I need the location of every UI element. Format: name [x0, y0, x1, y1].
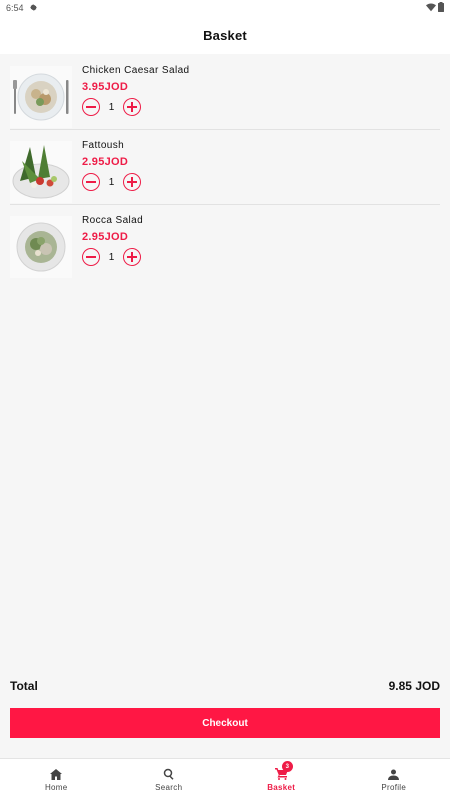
item-name: Rocca Salad [82, 215, 144, 226]
nav-label: Home [44, 783, 68, 792]
app-bar: Basket [0, 16, 450, 54]
basket-item: Rocca Salad 2.95JOD 1 [10, 205, 440, 280]
gear-icon [29, 3, 38, 14]
item-name: Chicken Caesar Salad [82, 65, 190, 76]
person-icon [388, 767, 400, 781]
cart-count-badge: 3 [281, 761, 293, 772]
battery-icon [438, 2, 444, 14]
rocca-salad-photo [10, 216, 72, 278]
chicken-caesar-salad-photo [10, 66, 72, 128]
checkout-button[interactable]: Checkout [10, 708, 440, 738]
nav-item-basket[interactable]: 3 Basket [225, 759, 338, 800]
quantity-stepper: 1 [82, 173, 141, 191]
quantity-value: 1 [108, 251, 115, 263]
nav-item-home[interactable]: Home [0, 759, 113, 800]
item-price: 2.95JOD [82, 231, 129, 243]
item-price: 3.95JOD [82, 81, 129, 93]
wifi-icon [426, 3, 436, 14]
quantity-value: 1 [108, 101, 115, 113]
minus-circle-icon[interactable] [82, 98, 100, 116]
plus-circle-icon[interactable] [123, 248, 141, 266]
nav-label: Search [155, 783, 183, 792]
cart-icon: 3 [274, 761, 293, 781]
page-title: Basket [203, 27, 247, 43]
total-label: Total [10, 679, 38, 693]
basket-item: Chicken Caesar Salad 3.95JOD 1 [10, 55, 440, 130]
home-icon [50, 767, 63, 781]
search-icon [163, 767, 175, 781]
bottom-nav: Home Search 3 Basket Profile [0, 758, 450, 800]
status-time: 6:54 [6, 3, 24, 13]
total-value: 9.85 JOD [388, 679, 440, 693]
plus-circle-icon[interactable] [123, 173, 141, 191]
fattoush-photo [10, 141, 72, 203]
basket-list: Chicken Caesar Salad 3.95JOD 1 Fattoush … [0, 55, 450, 280]
item-name: Fattoush [82, 140, 125, 151]
quantity-stepper: 1 [82, 248, 141, 266]
basket-item: Fattoush 2.95JOD 1 [10, 130, 440, 205]
total-row: Total 9.85 JOD [10, 676, 440, 696]
quantity-value: 1 [108, 176, 115, 188]
plus-circle-icon[interactable] [123, 98, 141, 116]
status-bar: 6:54 [0, 0, 450, 16]
minus-circle-icon[interactable] [82, 173, 100, 191]
item-price: 2.95JOD [82, 156, 129, 168]
nav-label: Basket [267, 783, 296, 792]
minus-circle-icon[interactable] [82, 248, 100, 266]
quantity-stepper: 1 [82, 98, 141, 116]
nav-item-search[interactable]: Search [113, 759, 226, 800]
nav-item-profile[interactable]: Profile [338, 759, 450, 800]
nav-label: Profile [381, 783, 407, 792]
